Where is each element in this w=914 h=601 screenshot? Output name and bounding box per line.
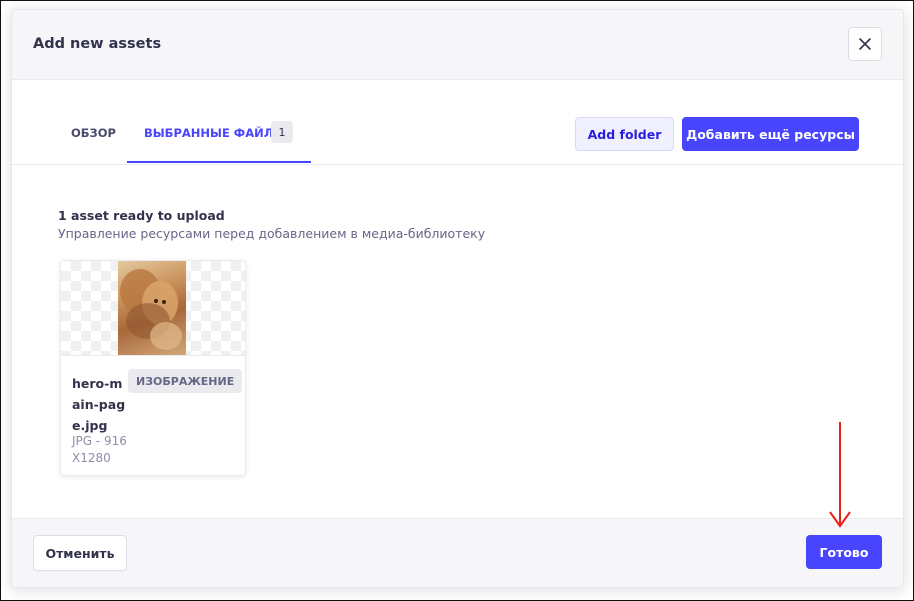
modal-footer: Отменить Готово: [12, 518, 903, 587]
finish-button[interactable]: Готово: [806, 535, 882, 569]
asset-meta: JPG - 916X1280: [72, 434, 127, 465]
add-assets-modal: Add new assets ОБЗОР ВЫБРАННЫЕ ФАЙЛЫ 1 A…: [11, 9, 904, 588]
upload-summary-subtitle: Управление ресурсами перед добавлением в…: [58, 226, 486, 241]
asset-type-badge: ИЗОБРАЖЕНИЕ: [128, 369, 243, 393]
annotation-arrow-icon: [829, 422, 851, 528]
upload-summary-title: 1 asset ready to upload: [58, 208, 225, 223]
add-folder-button[interactable]: Add folder: [575, 117, 674, 151]
modal-title: Add new assets: [33, 36, 162, 52]
asset-card[interactable]: hero-main-page.jpg ИЗОБРАЖЕНИЕ JPG - 916…: [60, 260, 246, 476]
asset-thumbnail: [118, 261, 186, 355]
tabs-bar: ОБЗОР ВЫБРАННЫЕ ФАЙЛЫ 1 Add folder Добав…: [12, 79, 903, 165]
modal-header: Add new assets: [12, 10, 903, 80]
selected-count-badge: 1: [271, 121, 293, 143]
asset-preview: [61, 261, 245, 356]
asset-file-name: hero-main-page.jpg: [72, 376, 126, 433]
close-icon: [859, 38, 871, 50]
tab-browse[interactable]: ОБЗОР: [71, 126, 116, 140]
add-more-assets-button[interactable]: Добавить ещё ресурсы: [682, 117, 859, 151]
cancel-button[interactable]: Отменить: [33, 535, 127, 571]
tab-selected-files[interactable]: ВЫБРАННЫЕ ФАЙЛЫ: [144, 126, 285, 140]
close-button[interactable]: [848, 27, 882, 61]
active-tab-indicator: [127, 161, 311, 163]
